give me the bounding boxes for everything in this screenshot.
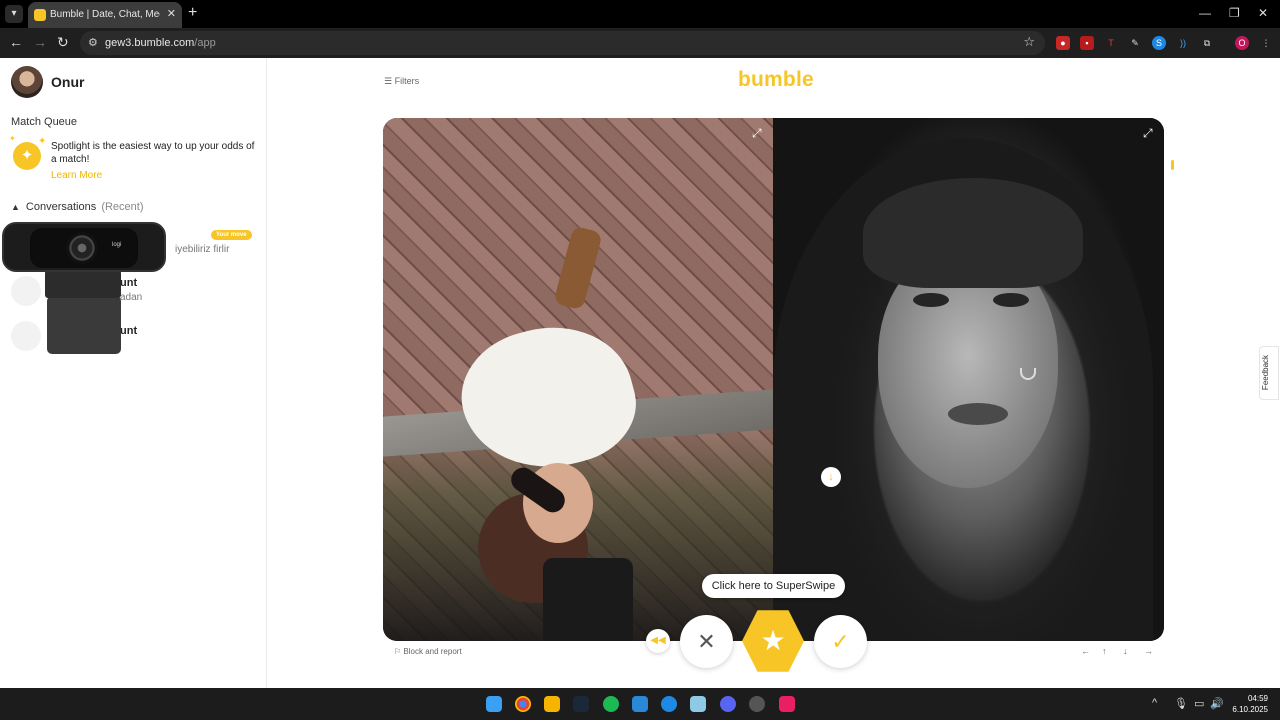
extension-icon-3[interactable]: T	[1104, 36, 1118, 50]
extension-pen-icon[interactable]: ✎	[1128, 36, 1142, 50]
key-left-hint: ←	[1081, 646, 1090, 656]
sparkle-icon: ✦	[9, 134, 16, 143]
spotify-icon[interactable]	[603, 696, 619, 712]
user-name[interactable]: Onur	[51, 74, 84, 90]
photos-icon[interactable]	[632, 696, 648, 712]
tab-close-icon[interactable]: ✕	[167, 7, 176, 20]
extension-icon-6[interactable]: ))	[1176, 36, 1190, 50]
key-up-hint: ↑	[1102, 646, 1107, 656]
filters-button[interactable]: ☰ Filters	[384, 76, 419, 87]
browser-toolbar: ← → ↻ ⚙ gew3.bumble.com/app ☆ ● ▪ T ✎ S …	[0, 28, 1280, 58]
extension-icon-1[interactable]: ●	[1056, 36, 1070, 50]
superswipe-tooltip: Click here to SuperSwipe	[702, 574, 845, 598]
restore-button[interactable]: ❐	[1229, 6, 1240, 20]
system-clock[interactable]: 04:59 6.10.2025	[1228, 693, 1268, 715]
back-icon[interactable]: ←	[9, 34, 23, 50]
spotlight-text: Spotlight is the easiest way to up your …	[51, 141, 255, 165]
key-right-hint: →	[1144, 646, 1153, 656]
learn-more-link[interactable]: Learn More	[51, 170, 102, 181]
app-icon-gauge[interactable]	[749, 696, 765, 712]
tab-title: Bumble | Date, Chat, Meet New	[50, 9, 160, 20]
extension-icon-5[interactable]: S	[1152, 36, 1166, 50]
browser-tab-bar: ▾ Bumble | Date, Chat, Meet New ✕ + — ❐ …	[0, 0, 1280, 28]
chevron-up-icon: ▲	[11, 202, 20, 212]
reload-icon[interactable]: ↻	[57, 34, 69, 51]
conversation-preview[interactable]: iyebiliriz firlir	[175, 244, 229, 255]
forward-icon[interactable]: →	[33, 34, 47, 50]
avatar[interactable]	[11, 66, 43, 98]
profile-avatar[interactable]: O	[1235, 36, 1249, 50]
close-window-button[interactable]: ✕	[1258, 6, 1268, 20]
filters-icon: ☰	[384, 76, 393, 86]
feedback-label: Feedback	[1261, 354, 1271, 391]
active-tab[interactable]: Bumble | Date, Chat, Meet New ✕	[28, 2, 182, 28]
clock-date: 6.10.2025	[1232, 705, 1268, 714]
feedback-tab[interactable]: Feedback	[1259, 346, 1279, 400]
match-queue-title: Match Queue	[11, 116, 78, 128]
bumble-logo[interactable]: bumble	[738, 68, 814, 92]
extensions-puzzle-icon[interactable]: ⧉	[1200, 36, 1214, 50]
app-icon-pink[interactable]	[779, 696, 795, 712]
conversations-header[interactable]: ▲ Conversations (Recent)	[11, 201, 144, 213]
filters-label: Filters	[394, 76, 420, 86]
webcam-stand	[47, 296, 121, 354]
conversation-avatar[interactable]	[11, 321, 41, 351]
scroll-down-icon[interactable]: ↓	[821, 467, 841, 487]
browser-menu-icon[interactable]: ⋮	[1259, 36, 1273, 50]
key-down-hint: ↓	[1123, 646, 1128, 656]
url-text[interactable]: gew3.bumble.com/app	[105, 37, 216, 49]
conversation-name[interactable]: unt	[120, 277, 137, 289]
scroll-indicator	[1171, 160, 1174, 170]
steam-icon[interactable]	[573, 696, 589, 712]
photo-eye	[993, 293, 1029, 307]
network-icon[interactable]: ▭	[1194, 697, 1204, 710]
app-icon-blue[interactable]	[661, 696, 677, 712]
pass-button[interactable]: ✕	[680, 615, 733, 668]
sidebar: Onur Match Queue ✦ ✦ ✦ Spotlight is the …	[0, 58, 267, 688]
chrome-icon[interactable]	[515, 696, 531, 712]
tray-chevron-icon[interactable]: ^	[1152, 697, 1157, 709]
webcam-lens-icon	[66, 232, 98, 264]
block-report-link[interactable]: ⚐ Block and report	[394, 647, 462, 656]
expand-icon[interactable]: ⤢	[752, 126, 762, 141]
flag-icon: ⚐	[394, 647, 402, 656]
address-bar[interactable]: ⚙ gew3.bumble.com/app ☆	[80, 31, 1045, 55]
minimize-button[interactable]: —	[1199, 6, 1211, 20]
url-path: /app	[194, 37, 216, 49]
conversation-preview[interactable]: adan	[120, 292, 142, 303]
block-report-label: Block and report	[403, 647, 462, 656]
photo-bangs	[863, 178, 1083, 288]
spotlight-icon[interactable]: ✦	[13, 142, 41, 170]
webcam-clip	[45, 270, 121, 298]
your-move-badge: Your move	[211, 230, 252, 240]
site-info-icon[interactable]: ⚙	[88, 36, 98, 49]
bumble-favicon-icon	[34, 9, 46, 21]
conversation-name[interactable]: unt	[120, 325, 137, 337]
like-button[interactable]: ✓	[814, 615, 867, 668]
microphone-icon[interactable]: 🎙	[1174, 697, 1188, 710]
bookmark-star-icon[interactable]: ☆	[1023, 34, 1035, 50]
discord-icon[interactable]	[720, 696, 736, 712]
new-tab-button[interactable]: +	[188, 4, 197, 22]
photo-lips	[948, 403, 1008, 425]
conversations-recent: (Recent)	[101, 201, 144, 213]
sparkle-icon: ✦	[38, 136, 47, 147]
clock-time: 04:59	[1247, 694, 1268, 703]
conversations-title: Conversations	[25, 201, 97, 213]
extension-icon-2[interactable]: ▪	[1080, 36, 1094, 50]
app-icon-cube[interactable]	[690, 696, 706, 712]
url-host: gew3.bumble.com	[105, 37, 195, 49]
file-explorer-icon[interactable]	[544, 696, 560, 712]
expand-icon[interactable]: ⤢	[1143, 126, 1153, 141]
photo-shoes	[543, 558, 633, 641]
conversation-avatar[interactable]	[11, 276, 41, 306]
volume-icon[interactable]: 🔊	[1210, 697, 1224, 710]
windows-start-icon[interactable]	[486, 696, 502, 712]
webcam-logo: logi	[112, 242, 122, 248]
photo-eye	[913, 293, 949, 307]
profile-card[interactable]: ⤢ ⤢	[383, 118, 1164, 641]
rewind-button[interactable]: ◀◀	[646, 629, 670, 653]
tab-search-button[interactable]: ▾	[5, 5, 23, 23]
